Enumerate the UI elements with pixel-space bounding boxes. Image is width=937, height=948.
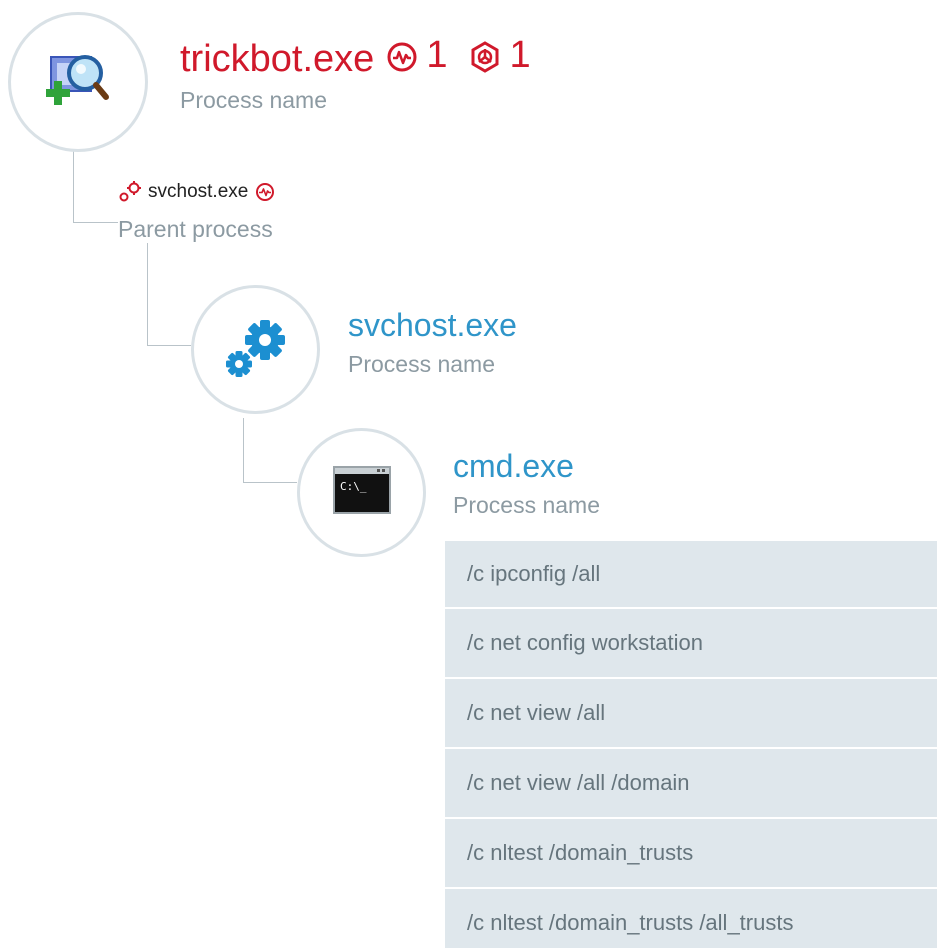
tree-connector-parent-svchost <box>147 243 191 346</box>
command-prompt-icon: C:\_ <box>332 466 391 519</box>
cmd-process-subtitle: Process name <box>453 492 601 518</box>
command-line-item[interactable]: /c ipconfig /all <box>445 541 937 609</box>
parent-process-subtitle: Parent process <box>118 216 273 242</box>
parent-process-line[interactable]: svchost.exe <box>118 181 275 203</box>
command-line-item[interactable]: /c net view /all /domain <box>445 749 937 819</box>
pulse-icon <box>387 42 417 72</box>
tree-connector-svchost-cmd <box>243 418 297 483</box>
behavior-count: 1 <box>426 34 448 76</box>
root-process-node[interactable] <box>8 12 148 152</box>
pulse-icon <box>256 183 275 201</box>
gears-icon <box>221 312 291 387</box>
root-process-title[interactable]: trickbot.exe 1 1 <box>180 36 531 78</box>
process-explorer-icon <box>43 45 113 120</box>
command-line-item[interactable]: /c net config workstation <box>445 609 937 679</box>
svchost-process-node[interactable] <box>191 285 320 414</box>
tree-connector-root-parent <box>73 150 118 223</box>
threat-badge[interactable]: 1 <box>469 34 531 76</box>
threat-count: 1 <box>509 34 531 76</box>
command-line-item[interactable]: /c nltest /domain_trusts /all_trusts <box>445 889 937 948</box>
parent-process-name[interactable]: svchost.exe <box>148 181 248 203</box>
cmd-process-name[interactable]: cmd.exe <box>453 450 574 482</box>
command-line-item[interactable]: /c nltest /domain_trusts <box>445 819 937 889</box>
root-process-name[interactable]: trickbot.exe <box>180 38 374 80</box>
svchost-process-subtitle: Process name <box>348 351 496 377</box>
svchost-process-name[interactable]: svchost.exe <box>348 309 517 341</box>
command-line-list: /c ipconfig /all /c net config workstati… <box>445 541 937 948</box>
biohazard-hexagon-icon <box>471 41 499 73</box>
prompt-text: C:\_ <box>340 480 367 493</box>
cmd-process-node[interactable]: C:\_ <box>297 428 426 557</box>
root-process-subtitle: Process name <box>180 87 328 113</box>
behavior-badge[interactable]: 1 <box>386 36 447 74</box>
command-line-item[interactable]: /c net view /all <box>445 679 937 749</box>
gears-icon <box>119 181 141 202</box>
